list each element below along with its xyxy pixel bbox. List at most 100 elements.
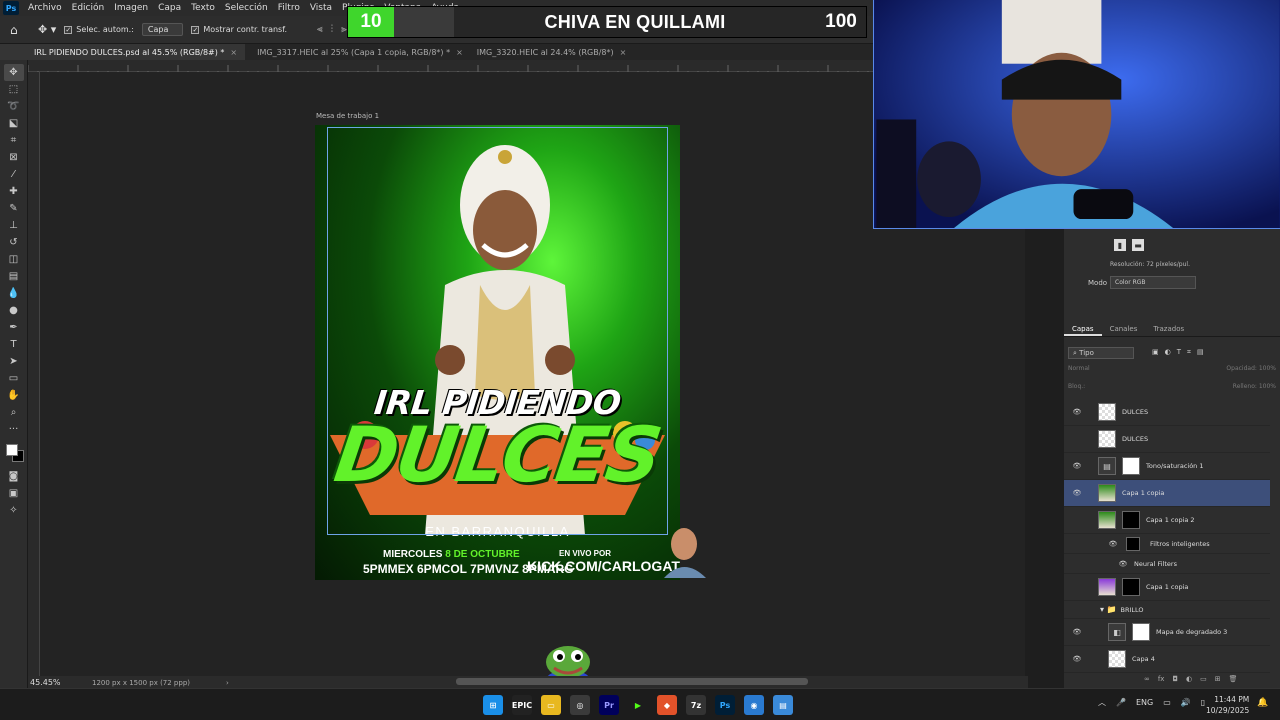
more-tools-icon[interactable]: ··· xyxy=(4,421,24,438)
adjustment-icon[interactable]: ◐ xyxy=(1186,675,1192,683)
foreground-color[interactable] xyxy=(5,444,18,456)
menu-edicion[interactable]: Edición xyxy=(67,3,110,13)
eye-icon[interactable]: 👁 xyxy=(1106,540,1120,548)
neural-filters-row[interactable]: 👁 Neural Filters xyxy=(1064,554,1270,574)
eye-icon[interactable]: 👁 xyxy=(1070,462,1084,470)
marquee-tool-icon[interactable]: ⬚ xyxy=(4,81,24,98)
blend-mode-dropdown[interactable]: Normal xyxy=(1068,365,1090,377)
microphone-icon[interactable]: 🎤 xyxy=(1116,698,1126,707)
gradient-tool-icon[interactable]: ▤ xyxy=(4,268,24,285)
layer-row[interactable]: 👁 ◧ Mapa de degradado 3 xyxy=(1064,619,1270,646)
fx-icon[interactable]: fx xyxy=(1158,675,1165,683)
blur-tool-icon[interactable]: 💧 xyxy=(4,285,24,302)
frame-tool-icon[interactable]: ⊠ xyxy=(4,149,24,166)
auto-select-checkbox[interactable]: ✓ Selec. autom.: xyxy=(64,25,134,34)
crop-tool-icon[interactable]: ⌗ xyxy=(4,132,24,149)
eye-icon[interactable]: 👁 xyxy=(1116,560,1130,568)
rectangle-tool-icon[interactable]: ▭ xyxy=(4,370,24,387)
hand-tool-icon[interactable]: ✋ xyxy=(4,387,24,404)
move-tool-icon[interactable]: ✥ xyxy=(3,64,24,81)
add-mask-icon[interactable]: ◘ xyxy=(1172,675,1178,683)
path-select-icon[interactable]: ➤ xyxy=(4,353,24,370)
home-icon[interactable]: ⌂ xyxy=(10,23,30,37)
mode-dropdown[interactable]: Color RGB xyxy=(1110,276,1196,289)
menu-capa[interactable]: Capa xyxy=(153,3,186,13)
show-transform-checkbox[interactable]: ✓ Mostrar contr. transf. xyxy=(191,25,287,34)
align-center-icon[interactable]: ⫶ xyxy=(331,24,334,35)
pen-tool-icon[interactable]: ✒ xyxy=(4,319,24,336)
type-filter-icon[interactable]: T xyxy=(1177,348,1181,357)
adjustment-filter-icon[interactable]: ◐ xyxy=(1165,348,1171,357)
battery-icon[interactable]: ▯ xyxy=(1201,698,1205,707)
eye-icon[interactable]: 👁 xyxy=(1070,628,1084,636)
new-layer-icon[interactable]: ⊞ xyxy=(1215,675,1221,683)
close-icon[interactable]: × xyxy=(620,48,627,57)
new-group-icon[interactable]: ▭ xyxy=(1200,675,1207,683)
tab-canales[interactable]: Canales xyxy=(1102,323,1146,336)
notepad-icon[interactable]: ▤ xyxy=(773,695,793,715)
menu-archivo[interactable]: Archivo xyxy=(23,3,67,13)
portrait-icon[interactable]: ▮ xyxy=(1114,239,1126,251)
document-info[interactable]: 1200 px x 1500 px (72 ppp) xyxy=(92,679,190,687)
file-explorer-icon[interactable]: ▭ xyxy=(541,695,561,715)
close-icon[interactable]: × xyxy=(230,48,237,57)
menu-vista[interactable]: Vista xyxy=(305,3,337,13)
lasso-tool-icon[interactable]: ➰ xyxy=(4,98,24,115)
opacity-value[interactable]: 100% xyxy=(1259,365,1276,372)
eye-icon[interactable]: 👁 xyxy=(1070,408,1084,416)
tab-document-1[interactable]: IRL PIDIENDO DULCES.psd al 45.5% (RGB/8#… xyxy=(0,44,246,60)
landscape-icon[interactable]: ▬ xyxy=(1132,239,1144,251)
quick-mask-icon[interactable]: ◙ xyxy=(4,468,24,485)
stamp-tool-icon[interactable]: ⊥ xyxy=(4,217,24,234)
menu-texto[interactable]: Texto xyxy=(186,3,220,13)
chevron-right-icon[interactable]: › xyxy=(226,679,229,687)
volume-icon[interactable]: 🔊 xyxy=(1181,698,1191,707)
history-brush-icon[interactable]: ↺ xyxy=(4,234,24,251)
healing-brush-icon[interactable]: ✚ xyxy=(4,183,24,200)
align-left-icon[interactable]: ⫷ xyxy=(317,24,323,35)
align-right-icon[interactable]: ⫸ xyxy=(341,24,347,35)
network-app-icon[interactable]: ◉ xyxy=(744,695,764,715)
type-tool-icon[interactable]: T xyxy=(4,336,24,353)
eye-icon[interactable]: 👁 xyxy=(1070,655,1084,663)
tab-capas[interactable]: Capas xyxy=(1064,323,1102,336)
shape-filter-icon[interactable]: ⌗ xyxy=(1187,348,1191,357)
brush-tool-icon[interactable]: ✎ xyxy=(4,200,24,217)
layer-row[interactable]: 👁 Capa 4 xyxy=(1064,646,1270,673)
windows-start-icon[interactable]: ⊞ xyxy=(483,695,503,715)
layer-row[interactable]: 👁 DULCES xyxy=(1064,399,1270,426)
move-tool-icon[interactable]: ✥ ▾ xyxy=(38,23,56,36)
auto-select-dropdown[interactable]: Capa xyxy=(141,23,184,36)
layer-filter-dropdown[interactable]: ⌕ Tipo xyxy=(1068,346,1134,359)
layer-row[interactable]: 👁 ▤ Tono/saturación 1 xyxy=(1064,453,1270,480)
menu-filtro[interactable]: Filtro xyxy=(273,3,305,13)
horizontal-scrollbar[interactable] xyxy=(456,678,808,685)
taskbar-clock[interactable]: 11:44 PM 10/29/2025 xyxy=(1206,694,1249,716)
zoom-tool-icon[interactable]: ⌕ xyxy=(4,404,24,421)
tab-document-2[interactable]: IMG_3317.HEIC al 25% (Capa 1 copia, RGB/… xyxy=(245,44,471,60)
kick-icon[interactable]: ▶ xyxy=(628,695,648,715)
menu-imagen[interactable]: Imagen xyxy=(109,3,153,13)
dodge-tool-icon[interactable]: ● xyxy=(4,302,24,319)
menu-seleccion[interactable]: Selección xyxy=(220,3,273,13)
close-icon[interactable]: × xyxy=(456,48,463,57)
screen-mode-icon[interactable]: ▣ xyxy=(4,485,24,502)
object-select-icon[interactable]: ⬕ xyxy=(4,115,24,132)
language-indicator[interactable]: ENG xyxy=(1136,698,1153,707)
layer-group-row[interactable]: ▾ 📁 BRILLO xyxy=(1064,601,1270,619)
brave-browser-icon[interactable]: ◆ xyxy=(657,695,677,715)
tab-document-3[interactable]: IMG_3320.HEIC al 24.4% (RGB/8*) × xyxy=(471,44,635,60)
smart-object-filter-icon[interactable]: ▤ xyxy=(1197,348,1204,357)
zoom-level[interactable]: 45.45% xyxy=(30,678,90,687)
eyedropper-icon[interactable]: ⁄ xyxy=(4,166,24,183)
eye-icon[interactable]: 👁 xyxy=(1070,489,1084,497)
notification-bell-icon[interactable]: 🔔 xyxy=(1257,698,1268,708)
7zip-icon[interactable]: 7z xyxy=(686,695,706,715)
layer-row[interactable]: Capa 1 copia xyxy=(1064,574,1270,601)
color-swatches[interactable] xyxy=(4,442,24,464)
tab-trazados[interactable]: Trazados xyxy=(1145,323,1192,336)
display-icon[interactable]: ▭ xyxy=(1163,698,1171,707)
smart-filters-row[interactable]: 👁 Filtros inteligentes xyxy=(1064,534,1270,554)
layer-row[interactable]: Capa 1 copia 2 xyxy=(1064,507,1270,534)
chevron-up-icon[interactable]: ︿ xyxy=(1098,697,1106,708)
